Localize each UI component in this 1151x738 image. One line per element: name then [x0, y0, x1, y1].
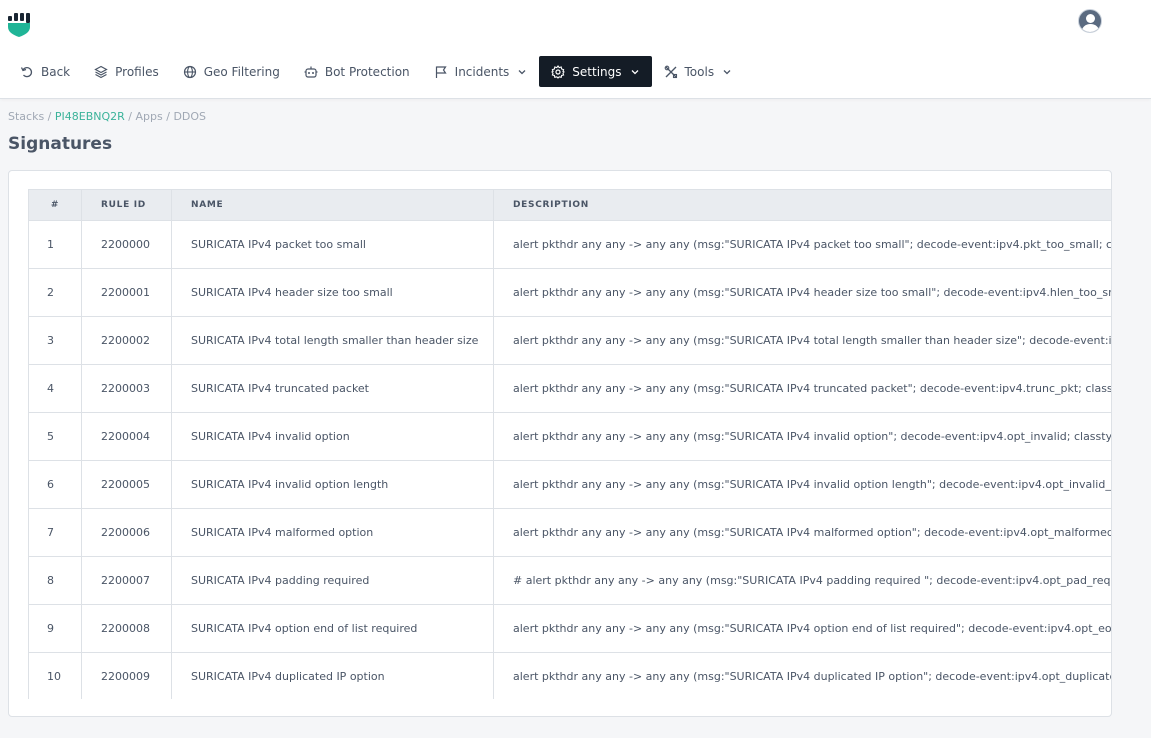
undo-icon — [20, 65, 34, 79]
nav-incidents-label: Incidents — [454, 64, 510, 79]
user-avatar[interactable] — [1078, 9, 1102, 33]
cell-description: alert pkthdr any any -> any any (msg:"SU… — [493, 364, 1111, 413]
cell-name: SURICATA IPv4 invalid option length — [171, 460, 494, 509]
layers-icon — [94, 65, 108, 79]
cell-name: SURICATA IPv4 padding required — [171, 556, 494, 605]
cell-description: alert pkthdr any any -> any any (msg:"SU… — [493, 220, 1111, 269]
page-title: Signatures — [8, 134, 113, 154]
table-row[interactable]: 3 2200002 SURICATA IPv4 total length sma… — [28, 316, 1111, 365]
cell-rule-id: 2200009 — [81, 652, 172, 699]
nav-profiles[interactable]: Profiles — [82, 56, 171, 87]
breadcrumb-app: DDOS — [173, 110, 207, 123]
nav-tools-label: Tools — [684, 64, 715, 79]
nav-geo-filtering-label: Geo Filtering — [203, 64, 280, 79]
cell-description: alert pkthdr any any -> any any (msg:"SU… — [493, 508, 1111, 557]
signatures-table-wrapper[interactable]: # RULE ID NAME DESCRIPTION 1 2200000 SUR… — [28, 189, 1111, 699]
table-row[interactable]: 9 2200008 SURICATA IPv4 option end of li… — [28, 604, 1111, 653]
gear-icon — [551, 64, 566, 79]
table-row[interactable]: 6 2200005 SURICATA IPv4 invalid option l… — [28, 460, 1111, 509]
cell-rule-id: 2200005 — [81, 460, 172, 509]
nav-back[interactable]: Back — [8, 56, 82, 87]
column-header-name[interactable]: NAME — [171, 189, 494, 221]
cell-description: alert pkthdr any any -> any any (msg:"SU… — [493, 652, 1111, 699]
nav-incidents[interactable]: Incidents — [422, 56, 540, 87]
breadcrumb-apps[interactable]: Apps — [136, 110, 163, 123]
cell-number: 8 — [28, 556, 82, 605]
cell-name: SURICATA IPv4 header size too small — [171, 268, 494, 317]
globe-icon — [183, 65, 197, 79]
chevron-down-icon — [630, 67, 640, 77]
cell-description: alert pkthdr any any -> any any (msg:"SU… — [493, 604, 1111, 653]
top-header: Back Profiles Geo Filtering Bot Protecti… — [0, 0, 1151, 99]
column-header-description[interactable]: DESCRIPTION — [493, 189, 1111, 221]
breadcrumb-separator: / — [124, 110, 136, 123]
cell-name: SURICATA IPv4 option end of list require… — [171, 604, 494, 653]
robot-icon — [304, 65, 318, 79]
cell-number: 9 — [28, 604, 82, 653]
nav-profiles-label: Profiles — [115, 64, 159, 79]
cell-name: SURICATA IPv4 truncated packet — [171, 364, 494, 413]
breadcrumb-stack-id[interactable]: PI48EBNQ2R — [55, 110, 125, 123]
nav-back-label: Back — [41, 64, 71, 79]
cell-rule-id: 2200003 — [81, 364, 172, 413]
table-row[interactable]: 1 2200000 SURICATA IPv4 packet too small… — [28, 220, 1111, 269]
table-row[interactable]: 2 2200001 SURICATA IPv4 header size too … — [28, 268, 1111, 317]
cell-rule-id: 2200008 — [81, 604, 172, 653]
cell-number: 3 — [28, 316, 82, 365]
table-row[interactable]: 7 2200006 SURICATA IPv4 malformed option… — [28, 508, 1111, 557]
breadcrumb-stacks[interactable]: Stacks — [8, 110, 44, 123]
cell-number: 5 — [28, 412, 82, 461]
nav-geo-filtering[interactable]: Geo Filtering — [171, 56, 292, 87]
chevron-down-icon — [517, 67, 527, 77]
column-header-rule-id[interactable]: RULE ID — [81, 189, 172, 221]
cell-rule-id: 2200007 — [81, 556, 172, 605]
flag-icon — [434, 65, 448, 79]
signatures-table: # RULE ID NAME DESCRIPTION 1 2200000 SUR… — [28, 189, 1111, 699]
cell-name: SURICATA IPv4 malformed option — [171, 508, 494, 557]
cell-number: 7 — [28, 508, 82, 557]
cell-description: alert pkthdr any any -> any any (msg:"SU… — [493, 460, 1111, 509]
table-header-row: # RULE ID NAME DESCRIPTION — [28, 189, 1111, 221]
cell-number: 1 — [28, 220, 82, 269]
cell-rule-id: 2200002 — [81, 316, 172, 365]
shield-logo-icon[interactable] — [8, 12, 32, 37]
chevron-down-icon — [722, 67, 732, 77]
cell-rule-id: 2200004 — [81, 412, 172, 461]
cell-name: SURICATA IPv4 total length smaller than … — [171, 316, 494, 365]
avatar-head — [1086, 14, 1095, 23]
cell-number: 2 — [28, 268, 82, 317]
cell-description: alert pkthdr any any -> any any (msg:"SU… — [493, 268, 1111, 317]
nav-settings-label: Settings — [572, 64, 622, 79]
nav-bot-protection-label: Bot Protection — [324, 64, 410, 79]
nav-settings[interactable]: Settings — [539, 56, 652, 87]
nav-bot-protection[interactable]: Bot Protection — [292, 56, 422, 87]
tools-icon — [664, 65, 678, 79]
cell-name: SURICATA IPv4 packet too small — [171, 220, 494, 269]
cell-number: 6 — [28, 460, 82, 509]
signatures-card: # RULE ID NAME DESCRIPTION 1 2200000 SUR… — [8, 170, 1112, 717]
cell-rule-id: 2200001 — [81, 268, 172, 317]
breadcrumb: Stacks / PI48EBNQ2R / Apps / DDOS — [8, 110, 206, 123]
table-row[interactable]: 5 2200004 SURICATA IPv4 invalid option a… — [28, 412, 1111, 461]
table-row[interactable]: 4 2200003 SURICATA IPv4 truncated packet… — [28, 364, 1111, 413]
cell-name: SURICATA IPv4 invalid option — [171, 412, 494, 461]
table-row[interactable]: 10 2200009 SURICATA IPv4 duplicated IP o… — [28, 652, 1111, 699]
breadcrumb-separator: / — [162, 110, 174, 123]
main-nav: Back Profiles Geo Filtering Bot Protecti… — [8, 56, 744, 87]
table-row[interactable]: 8 2200007 SURICATA IPv4 padding required… — [28, 556, 1111, 605]
cell-name: SURICATA IPv4 duplicated IP option — [171, 652, 494, 699]
nav-tools[interactable]: Tools — [652, 56, 745, 87]
column-header-number[interactable]: # — [28, 189, 82, 221]
cell-description: # alert pkthdr any any -> any any (msg:"… — [493, 556, 1111, 605]
avatar-shoulders — [1082, 24, 1099, 32]
cell-number: 10 — [28, 652, 82, 699]
cell-description: alert pkthdr any any -> any any (msg:"SU… — [493, 412, 1111, 461]
cell-number: 4 — [28, 364, 82, 413]
cell-rule-id: 2200006 — [81, 508, 172, 557]
breadcrumb-separator: / — [44, 110, 55, 123]
cell-description: alert pkthdr any any -> any any (msg:"SU… — [493, 316, 1111, 365]
cell-rule-id: 2200000 — [81, 220, 172, 269]
